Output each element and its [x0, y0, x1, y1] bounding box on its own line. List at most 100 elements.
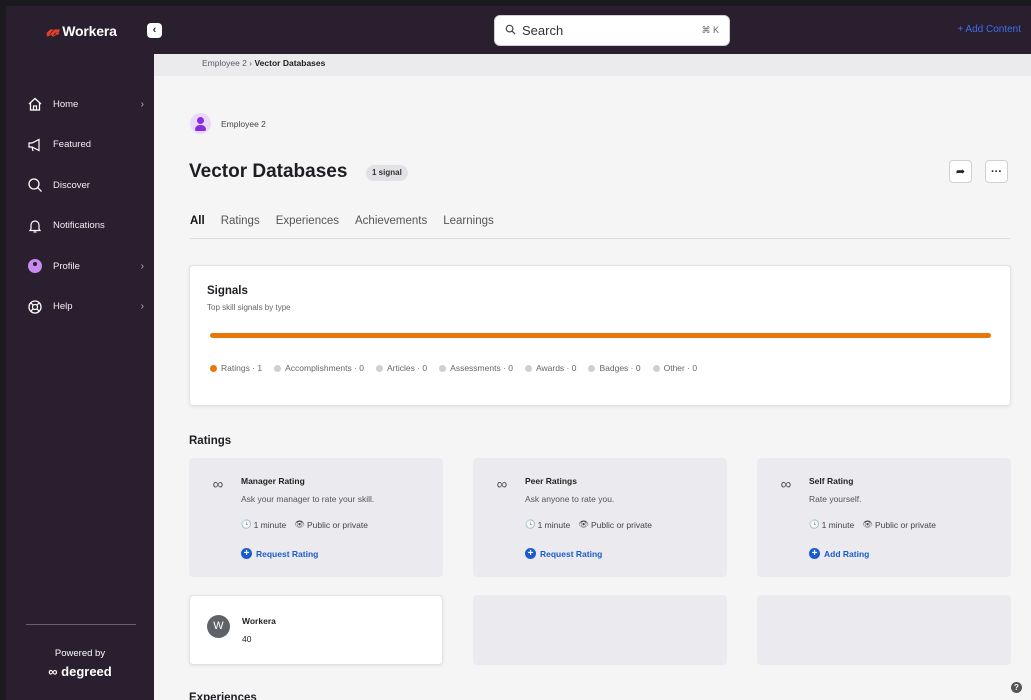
rating-card-meta: 🕓 1 minute 👁 Public or private	[525, 519, 652, 530]
collapse-sidebar-button[interactable]: ‹	[147, 23, 162, 38]
degreed-glasses-icon: ∞	[48, 664, 58, 679]
signals-title: Signals	[207, 285, 248, 297]
signals-legend-item: Articles · 0	[376, 363, 427, 373]
manager-rating-card: ∞ Manager Rating Ask your manager to rat…	[189, 458, 443, 577]
lifebuoy-icon	[26, 298, 44, 316]
action-label: Request Rating	[540, 548, 603, 559]
degreed-logo[interactable]: ∞ degreed	[6, 664, 154, 679]
eye-icon: 👁	[294, 519, 305, 529]
request-rating-button[interactable]: + Request Rating	[241, 548, 318, 559]
rating-visibility-label: Public or private	[591, 519, 652, 530]
glasses-icon: ∞	[212, 476, 224, 493]
tab-ratings[interactable]: Ratings	[221, 214, 260, 239]
employee-chip[interactable]: Employee 2	[190, 113, 266, 134]
signals-legend-item: Other · 0	[652, 363, 698, 373]
sidebar-item-label: Profile	[53, 260, 80, 272]
employee-avatar	[190, 113, 211, 134]
ratings-heading: Ratings	[189, 435, 232, 447]
chevron-right-icon: ›	[140, 301, 144, 313]
rating-time-label: 1 minute	[253, 519, 287, 530]
empty-rating-slot	[473, 595, 727, 665]
plus-circle-icon: +	[809, 548, 820, 559]
tab-learnings[interactable]: Learnings	[443, 214, 494, 239]
tab-all[interactable]: All	[190, 214, 205, 239]
signals-legend: Ratings · 1 Accomplishments · 0 Articles ·…	[210, 363, 697, 373]
share-button[interactable]: ➦	[949, 160, 972, 183]
request-rating-button[interactable]: + Request Rating	[525, 548, 602, 559]
more-options-button[interactable]: ···	[985, 160, 1008, 183]
search-shortcut: ⌘ K	[701, 25, 719, 35]
sidebar-item-featured[interactable]: Featured	[6, 125, 154, 166]
workera-logo-mark-icon: 𝓌	[46, 20, 59, 40]
clock-icon: 🕓	[525, 519, 536, 529]
glasses-icon: ∞	[780, 476, 792, 493]
legend-label: Articles · 0	[387, 363, 428, 373]
signals-legend-item: Assessments · 0	[439, 363, 513, 373]
sidebar-item-discover[interactable]: Discover	[6, 165, 154, 206]
workera-logo[interactable]: 𝓌 Workera	[46, 20, 117, 41]
legend-dot-icon	[588, 364, 596, 372]
search-input[interactable]: Search ⌘ K	[494, 15, 730, 46]
add-content-button[interactable]: + Add Content	[957, 24, 1021, 35]
sidebar-item-label: Discover	[53, 179, 90, 191]
rating-time: 🕓 1 minute	[809, 519, 854, 530]
sidebar-item-notifications[interactable]: Notifications	[6, 206, 154, 247]
app-window: 𝓌 Workera ‹ Search ⌘ K + Add Content Hom…	[6, 6, 1031, 700]
tab-achievements[interactable]: Achievements	[355, 214, 427, 239]
tab-bar: All Ratings Experiences Achievements Lea…	[190, 214, 1010, 239]
search-placeholder: Search	[522, 23, 564, 38]
sidebar-item-help[interactable]: Help ›	[6, 287, 154, 328]
tab-experiences[interactable]: Experiences	[276, 214, 339, 239]
add-rating-button[interactable]: + Add Rating	[809, 548, 869, 559]
page-title: Vector Databases	[189, 161, 348, 182]
legend-label: Badges · 0	[599, 363, 641, 373]
rating-visibility: 👁 Public or private	[294, 519, 368, 530]
breadcrumb-parent[interactable]: Employee 2	[202, 58, 247, 68]
search-icon	[26, 176, 44, 194]
action-label: Add Rating	[824, 548, 870, 559]
signal-count-badge: 1 signal	[366, 165, 408, 181]
signals-legend-item: Ratings · 1	[210, 363, 262, 373]
sidebar-item-label: Featured	[53, 139, 92, 151]
breadcrumb: Employee 2 › Vector Databases	[154, 54, 1031, 76]
legend-dot-icon	[210, 364, 217, 372]
plus-circle-icon: +	[241, 548, 252, 559]
ellipsis-icon: ···	[991, 165, 1002, 178]
sidebar-item-profile[interactable]: Profile ›	[6, 246, 154, 287]
signals-subtitle: Top skill signals by type	[207, 303, 291, 312]
action-label: Request Rating	[256, 548, 319, 559]
peer-rating-card: ∞ Peer Ratings Ask anyone to rate you. 🕓…	[473, 458, 727, 577]
workera-avatar: W	[207, 615, 230, 638]
breadcrumb-separator: ›	[249, 58, 253, 68]
home-icon	[26, 95, 44, 113]
legend-label: Assessments · 0	[450, 363, 513, 373]
rating-time-label: 1 minute	[821, 519, 855, 530]
top-bar: 𝓌 Workera ‹ Search ⌘ K + Add Content	[6, 6, 1031, 54]
megaphone-icon	[26, 136, 44, 154]
search-icon	[505, 24, 516, 38]
signals-legend-item: Accomplishments · 0	[274, 363, 364, 373]
workera-rating-result-card[interactable]: W Workera 40	[189, 595, 443, 665]
glasses-icon: ∞	[496, 476, 508, 493]
plus-circle-icon: +	[525, 548, 536, 559]
clock-icon: 🕓	[241, 519, 252, 529]
legend-label: Awards · 0	[535, 363, 577, 373]
sidebar-item-home[interactable]: Home ›	[6, 84, 154, 125]
profile-avatar-icon	[26, 257, 44, 275]
rating-card-description: Ask your manager to rate your skill.	[241, 494, 375, 504]
help-button[interactable]: ?	[1011, 682, 1022, 693]
main-content: Employee 2 › Vector Databases Employee 2…	[154, 54, 1031, 700]
empty-rating-slot	[757, 595, 1011, 665]
sidebar: Home › Featured Discover Notifications P…	[6, 54, 154, 700]
signals-legend-item: Awards · 0	[524, 363, 577, 373]
rating-card-title: Manager Rating	[241, 476, 305, 486]
sidebar-divider	[26, 624, 136, 625]
clock-icon: 🕓	[809, 519, 820, 529]
rating-card-title: Self Rating	[809, 476, 854, 486]
rating-value: 40	[242, 634, 252, 644]
rating-visibility-label: Public or private	[307, 519, 368, 530]
legend-label: Other · 0	[663, 363, 698, 373]
legend-dot-icon	[652, 364, 660, 372]
legend-dot-icon	[439, 364, 447, 372]
legend-dot-icon	[524, 364, 532, 372]
